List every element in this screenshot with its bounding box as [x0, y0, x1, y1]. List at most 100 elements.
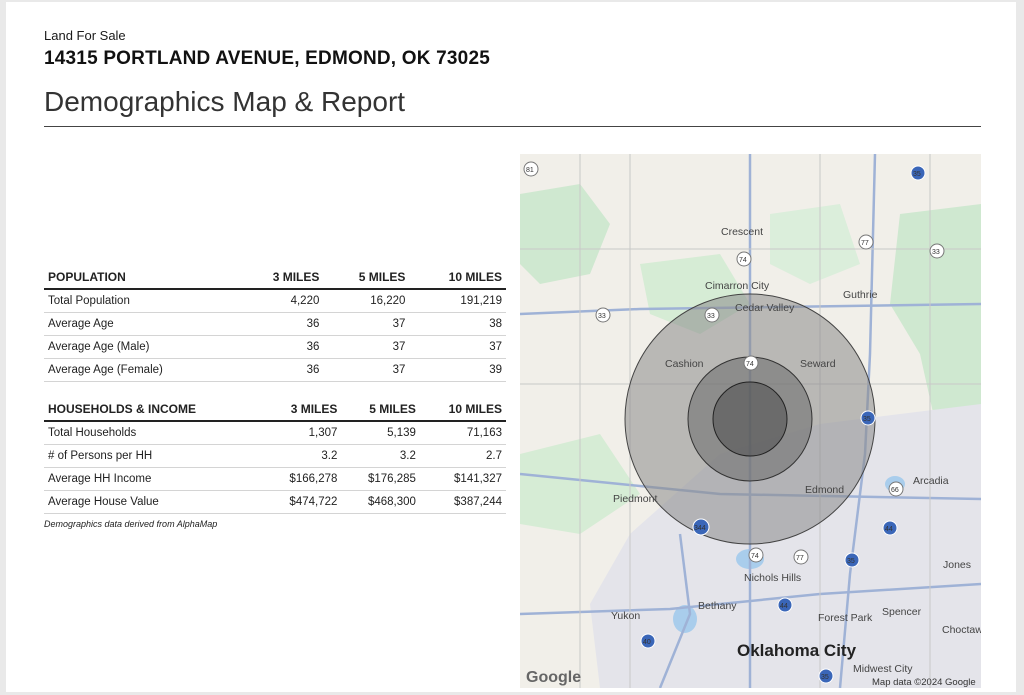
route-number: 74	[746, 361, 754, 368]
cell-value: 5,139	[341, 421, 420, 445]
route-number: 44	[780, 603, 788, 610]
place-label: Choctaw	[942, 624, 981, 636]
place-label: Spencer	[882, 606, 922, 618]
cell-value: 191,219	[409, 289, 506, 313]
place-label: Cedar Valley	[735, 302, 795, 314]
table-row: Average House Value $474,722 $468,300 $3…	[44, 490, 506, 514]
row-label: Average House Value	[44, 490, 263, 514]
route-number: 77	[861, 240, 869, 247]
cell-value: 39	[409, 358, 506, 382]
column-header: POPULATION	[44, 264, 238, 290]
place-label: Edmond	[805, 484, 844, 496]
cell-value: 38	[409, 312, 506, 336]
route-number: 35	[863, 416, 871, 423]
property-address: 14315 PORTLAND AVENUE, EDMOND, OK 73025	[44, 48, 490, 69]
route-number: 66	[891, 487, 899, 494]
place-label: Bethany	[698, 600, 737, 612]
route-number: 33	[932, 249, 940, 256]
place-label: Cashion	[665, 358, 704, 370]
row-label: Average Age	[44, 312, 238, 336]
google-logo: Google	[526, 669, 581, 686]
table-spacer	[44, 382, 506, 396]
cell-value: 71,163	[419, 421, 506, 445]
cell-value: 4,220	[237, 289, 324, 313]
table-row: # of Persons per HH 3.2 3.2 2.7	[44, 444, 506, 468]
route-number: 33	[707, 313, 715, 320]
cell-value: 36	[237, 358, 324, 382]
cell-value: 37	[323, 358, 410, 382]
population-table: POPULATION 3 MILES 5 MILES 10 MILES Tota…	[44, 264, 506, 382]
route-number: 344	[694, 525, 706, 532]
place-label-major: Oklahoma City	[737, 641, 857, 660]
table-header-row: HOUSEHOLDS & INCOME 3 MILES 5 MILES 10 M…	[44, 396, 506, 422]
map-attribution: Map data ©2024 Google	[872, 677, 976, 688]
cell-value: 36	[237, 335, 324, 359]
demographics-tables: POPULATION 3 MILES 5 MILES 10 MILES Tota…	[44, 264, 506, 529]
demographics-map[interactable]: Crescent Cimarron City Cedar Valley Guth…	[520, 154, 981, 688]
route-number: 33	[598, 313, 606, 320]
row-label: Average HH Income	[44, 467, 263, 491]
place-label: Guthrie	[843, 289, 878, 301]
route-number: 35	[847, 558, 855, 565]
page-title: Demographics Map & Report	[44, 86, 406, 117]
route-number: 81	[526, 167, 534, 174]
table-row: Average Age (Female) 36 37 39	[44, 358, 506, 382]
households-table: HOUSEHOLDS & INCOME 3 MILES 5 MILES 10 M…	[44, 396, 506, 514]
place-label: Piedmont	[613, 493, 657, 505]
column-header: HOUSEHOLDS & INCOME	[44, 396, 263, 422]
row-label: Total Population	[44, 289, 238, 313]
row-label: Total Households	[44, 421, 263, 445]
listing-type: Land For Sale	[44, 28, 126, 43]
table-row: Average HH Income $166,278 $176,285 $141…	[44, 467, 506, 491]
cell-value: $474,722	[262, 490, 342, 514]
route-number: 74	[739, 257, 747, 264]
column-header: 10 MILES	[419, 396, 506, 422]
place-label: Arcadia	[913, 475, 949, 487]
route-number: 35	[821, 674, 829, 681]
cell-value: $176,285	[341, 467, 420, 491]
cell-value: 2.7	[419, 444, 506, 468]
cell-value: 37	[323, 312, 410, 336]
cell-value: 37	[323, 335, 410, 359]
cell-value: 3.2	[341, 444, 420, 468]
cell-value: 3.2	[262, 444, 342, 468]
column-header: 5 MILES	[323, 264, 410, 290]
route-number: 40	[643, 639, 651, 646]
route-number: 44	[885, 526, 893, 533]
table-row: Average Age (Male) 36 37 37	[44, 335, 506, 359]
map-canvas: Crescent Cimarron City Cedar Valley Guth…	[520, 154, 981, 688]
place-label: Jones	[943, 559, 971, 571]
cell-value: $166,278	[262, 467, 342, 491]
row-label: # of Persons per HH	[44, 444, 263, 468]
route-number: 74	[751, 553, 759, 560]
ring-3-miles	[712, 381, 788, 457]
table-row: Average Age 36 37 38	[44, 312, 506, 336]
column-header: 10 MILES	[409, 264, 506, 290]
column-header: 3 MILES	[262, 396, 342, 422]
route-number: 35	[913, 171, 921, 178]
cell-value: $141,327	[419, 467, 506, 491]
title-divider	[44, 126, 981, 127]
row-label: Average Age (Male)	[44, 335, 238, 359]
table-header-row: POPULATION 3 MILES 5 MILES 10 MILES	[44, 264, 506, 290]
row-label: Average Age (Female)	[44, 358, 238, 382]
place-label: Cimarron City	[705, 280, 770, 292]
place-label: Crescent	[721, 226, 763, 238]
place-label: Nichols Hills	[744, 572, 801, 584]
place-label: Midwest City	[853, 663, 913, 675]
data-source-note: Demographics data derived from AlphaMap	[44, 519, 218, 529]
route-number: 77	[796, 555, 804, 562]
cell-value: 37	[409, 335, 506, 359]
place-label: Seward	[800, 358, 836, 370]
cell-value: 16,220	[323, 289, 410, 313]
report-page: Land For Sale 14315 PORTLAND AVENUE, EDM…	[6, 2, 1016, 692]
table-row: Total Population 4,220 16,220 191,219	[44, 289, 506, 313]
table-row: Total Households 1,307 5,139 71,163	[44, 421, 506, 445]
cell-value: $468,300	[341, 490, 420, 514]
column-header: 5 MILES	[341, 396, 420, 422]
cell-value: $387,244	[419, 490, 506, 514]
place-label: Forest Park	[818, 612, 873, 624]
place-label: Yukon	[611, 610, 640, 622]
column-header: 3 MILES	[237, 264, 324, 290]
cell-value: 1,307	[262, 421, 342, 445]
